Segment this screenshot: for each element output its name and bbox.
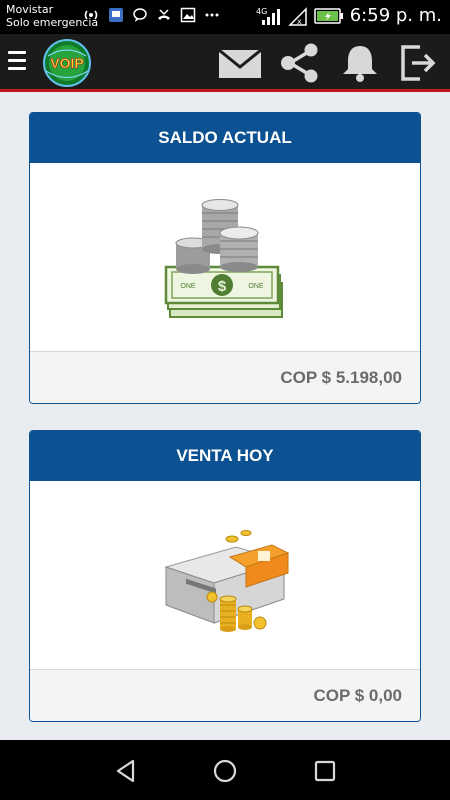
svg-text:x: x <box>297 17 302 26</box>
notification-icons <box>82 7 220 23</box>
money-stack-icon: $ ONE ONE <box>164 199 283 318</box>
balance-card-footer: COP $ 5.198,00 <box>30 351 420 403</box>
recents-icon[interactable] <box>312 758 338 784</box>
battery-icon <box>313 7 343 24</box>
menu-icon[interactable] <box>8 51 26 73</box>
balance-card-title: SALDO ACTUAL <box>30 113 420 163</box>
mail-icon[interactable] <box>218 43 262 83</box>
signal-no-sim-icon: x <box>287 6 307 26</box>
system-nav-bar <box>0 740 450 800</box>
more-notifications-icon <box>205 13 219 17</box>
sales-card-footer: COP $ 0,00 <box>30 669 420 721</box>
home-icon[interactable] <box>212 758 238 784</box>
banknote-label-right: ONE <box>248 283 264 290</box>
sales-card-title: VENTA HOY <box>30 431 420 481</box>
system-status: 4G x 6:59 p. m. <box>256 5 442 26</box>
clock: 6:59 p. m. <box>349 5 442 26</box>
app-notification-icon <box>109 8 123 22</box>
bell-icon[interactable] <box>338 43 382 83</box>
sales-amount: COP $ 0,00 <box>313 685 402 705</box>
sales-card-body <box>30 481 420 670</box>
balance-amount: COP $ 5.198,00 <box>280 367 402 387</box>
banknote-label-left: ONE <box>180 283 196 290</box>
status-bar: Movistar Solo emergencia 4G x 6:59 p. m. <box>0 0 450 34</box>
share-icon[interactable] <box>278 43 322 83</box>
sales-card[interactable]: VENTA HOY COP $ 0,00 <box>29 430 421 722</box>
app-logo[interactable]: VOIP <box>36 38 98 88</box>
network-type-label: 4G <box>256 7 267 16</box>
hotspot-icon <box>84 10 98 20</box>
balance-card[interactable]: SALDO ACTUAL $ ONE ONE COP $ 5.198,00 <box>29 112 421 404</box>
chat-icon <box>133 8 147 22</box>
logo-text: VOIP <box>50 55 83 71</box>
image-icon <box>180 7 196 23</box>
signal-4g-icon: 4G <box>256 7 280 25</box>
back-icon[interactable] <box>113 758 139 784</box>
logout-icon[interactable] <box>398 43 442 83</box>
cash-register-icon <box>164 530 290 632</box>
missed-call-icon <box>158 9 170 20</box>
balance-card-body: $ ONE ONE <box>30 163 420 352</box>
app-bar: VOIP <box>0 34 450 92</box>
svg-text:$: $ <box>218 278 227 295</box>
